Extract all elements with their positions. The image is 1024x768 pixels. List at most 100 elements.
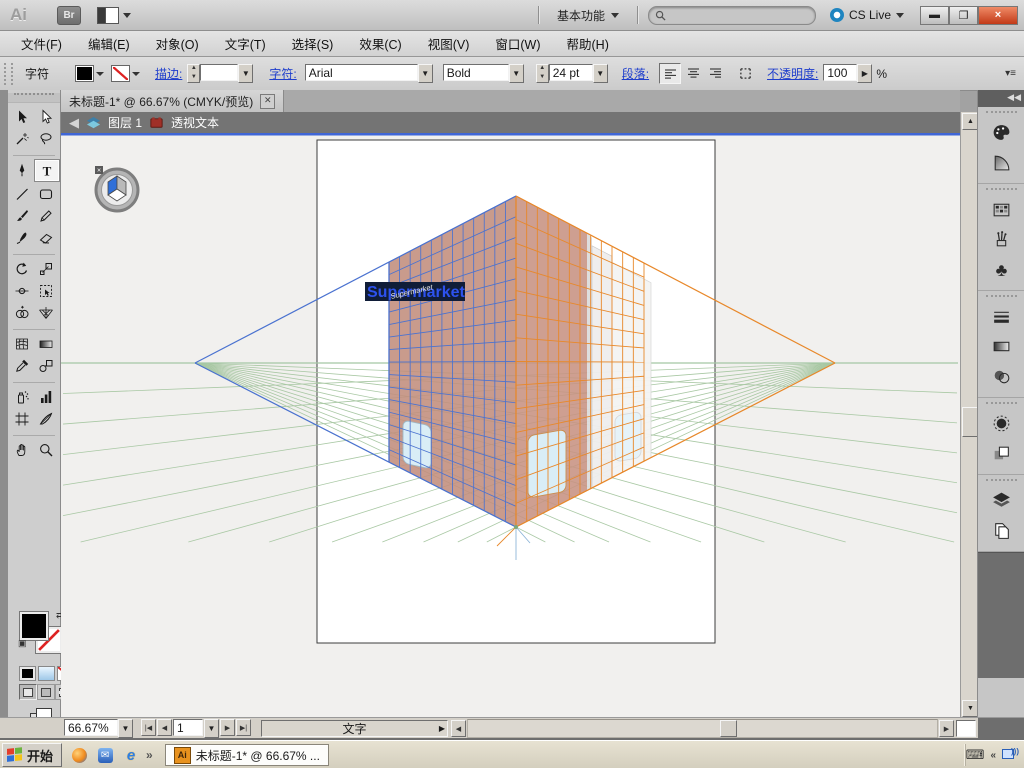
opacity-value[interactable]: 100 (823, 64, 857, 81)
menu-对象[interactable]: 对象(O) (143, 30, 212, 57)
workspace-switcher-button[interactable]: 基本功能 (549, 4, 627, 27)
tray-collapse-icon[interactable]: « (990, 750, 996, 761)
messenger-icon[interactable]: ✉ (96, 746, 114, 764)
lasso-tool[interactable] (34, 128, 58, 149)
menu-效果[interactable]: 效果(C) (346, 30, 414, 57)
gradient-panel-button[interactable] (978, 331, 1024, 361)
font-family-combo[interactable]: Arial ▼ (305, 64, 433, 83)
shape-builder-tool[interactable] (10, 302, 34, 323)
brushes-panel-button[interactable] (978, 224, 1024, 254)
restore-button[interactable]: ❐ (949, 6, 978, 25)
font-style-dropdown[interactable]: ▼ (509, 64, 524, 83)
transparency-panel-button[interactable] (978, 361, 1024, 391)
rectangle-tool[interactable] (34, 183, 58, 204)
artboard-number-field[interactable]: 1 (173, 719, 203, 736)
mesh-tool[interactable] (10, 333, 34, 354)
menu-帮助[interactable]: 帮助(H) (554, 30, 622, 57)
symbols-panel-button[interactable]: ♣ (978, 254, 1024, 284)
blend-tool[interactable] (34, 355, 58, 376)
appearance-panel-button[interactable] (978, 408, 1024, 438)
tab-close-icon[interactable]: ✕ (260, 94, 275, 109)
paragraph-panel-link[interactable]: 段落: (622, 65, 649, 82)
zoom-value[interactable]: 66.67% (64, 719, 118, 736)
panel-menu-icon[interactable]: ▾≡ (1005, 68, 1016, 79)
canvas-viewport[interactable]: SupermarketSupermarket× (61, 133, 960, 717)
gradient-tool[interactable] (34, 333, 58, 354)
font-style-combo[interactable]: Bold ▼ (443, 64, 524, 83)
eraser-tool[interactable] (34, 227, 58, 248)
arrange-documents-button[interactable] (97, 7, 131, 24)
artboards-panel-button[interactable] (978, 515, 1024, 545)
align-right-button[interactable] (705, 63, 725, 82)
stroke-color-control[interactable] (111, 65, 141, 82)
horizontal-scrollbar[interactable] (467, 719, 938, 738)
free-transform-tool[interactable] (34, 280, 58, 301)
align-left-button[interactable] (659, 63, 681, 84)
zoom-control[interactable]: 66.67% ▼ (64, 719, 133, 738)
status-display[interactable]: 文字 ▶ (261, 720, 448, 737)
font-style-value[interactable]: Bold (443, 64, 509, 81)
taskbar-document-button[interactable]: Ai 未标题-1* @ 66.67% ... (165, 744, 329, 766)
direct-selection-tool[interactable] (34, 106, 58, 127)
last-artboard-button[interactable]: ▶| (236, 719, 251, 736)
zoom-tool[interactable] (34, 439, 58, 460)
artboard-tool[interactable] (10, 408, 34, 429)
blob-brush-tool[interactable] (10, 227, 34, 248)
font-family-value[interactable]: Arial (305, 64, 418, 81)
stroke-weight-stepper[interactable]: ▲▼ (187, 64, 200, 83)
status-menu-icon[interactable]: ▶ (439, 724, 445, 733)
swatches-panel-button[interactable] (978, 194, 1024, 224)
character-panel-link[interactable]: 字符: (269, 65, 296, 82)
font-size-dropdown[interactable]: ▼ (593, 64, 608, 83)
first-artboard-button[interactable]: |◀ (141, 719, 156, 736)
opacity-control[interactable]: 100 ▶ (823, 64, 872, 83)
paintbrush-tool[interactable] (10, 205, 34, 226)
font-size-stepper[interactable]: ▲▼ (536, 64, 549, 83)
hand-tool[interactable] (10, 439, 34, 460)
menu-视图[interactable]: 视图(V) (415, 30, 483, 57)
next-artboard-button[interactable]: ▶ (220, 719, 235, 736)
scroll-right-icon[interactable]: ▶ (939, 720, 954, 737)
zoom-dropdown[interactable]: ▼ (118, 719, 133, 738)
layers-panel-button[interactable] (978, 485, 1024, 515)
slice-tool[interactable] (34, 408, 58, 429)
vertical-scrollbar[interactable]: ▲ ▼ (960, 112, 978, 717)
color-panel-button[interactable] (978, 117, 1024, 147)
quick-launch-overflow-icon[interactable]: » (146, 748, 153, 762)
horizontal-scroll-thumb[interactable] (720, 720, 737, 737)
pencil-tool[interactable] (34, 205, 58, 226)
magic-wand-tool[interactable] (10, 128, 34, 149)
minimize-button[interactable]: ▬ (920, 6, 949, 25)
breadcrumb-object-label[interactable]: 透视文本 (171, 114, 219, 131)
internet-explorer-icon[interactable]: e (122, 746, 140, 764)
menu-文件[interactable]: 文件(F) (8, 30, 75, 57)
gradient-button[interactable] (38, 666, 55, 681)
stroke-weight-control[interactable]: ▲▼ ▼ (187, 64, 253, 83)
network-icon[interactable]: ))) (1002, 749, 1018, 762)
menu-窗口[interactable]: 窗口(W) (482, 30, 553, 57)
stroke-panel-link[interactable]: 描边: (155, 65, 182, 82)
color-guide-panel-button[interactable] (978, 147, 1024, 177)
perspective-grid-tool[interactable] (34, 302, 58, 323)
tools-panel-grip[interactable] (8, 93, 60, 103)
line-segment-tool[interactable] (10, 183, 34, 204)
draw-behind-button[interactable] (37, 684, 55, 700)
artboard-dropdown[interactable]: ▼ (204, 719, 219, 738)
exit-isolation-back-button[interactable]: ◀ (69, 115, 79, 131)
opacity-dropdown[interactable]: ▶ (857, 64, 872, 83)
panel-grip[interactable] (4, 63, 13, 85)
start-button[interactable]: 开始 (2, 743, 62, 767)
previous-artboard-button[interactable]: ◀ (157, 719, 172, 736)
search-input[interactable] (648, 6, 816, 25)
cs-live-button[interactable]: CS Live (830, 8, 904, 22)
dock-collapse-button[interactable]: ◀◀ (978, 90, 1024, 107)
close-button[interactable]: × (978, 6, 1018, 25)
align-center-button[interactable] (683, 63, 703, 82)
type-tool[interactable]: T (34, 159, 60, 182)
stroke-panel-button[interactable] (978, 301, 1024, 331)
input-method-icon[interactable]: ⌨ (966, 747, 985, 763)
graphic-styles-panel-button[interactable] (978, 438, 1024, 468)
column-graph-tool[interactable] (34, 386, 58, 407)
menu-编辑[interactable]: 编辑(E) (75, 30, 143, 57)
bridge-button[interactable]: Br (57, 6, 81, 25)
